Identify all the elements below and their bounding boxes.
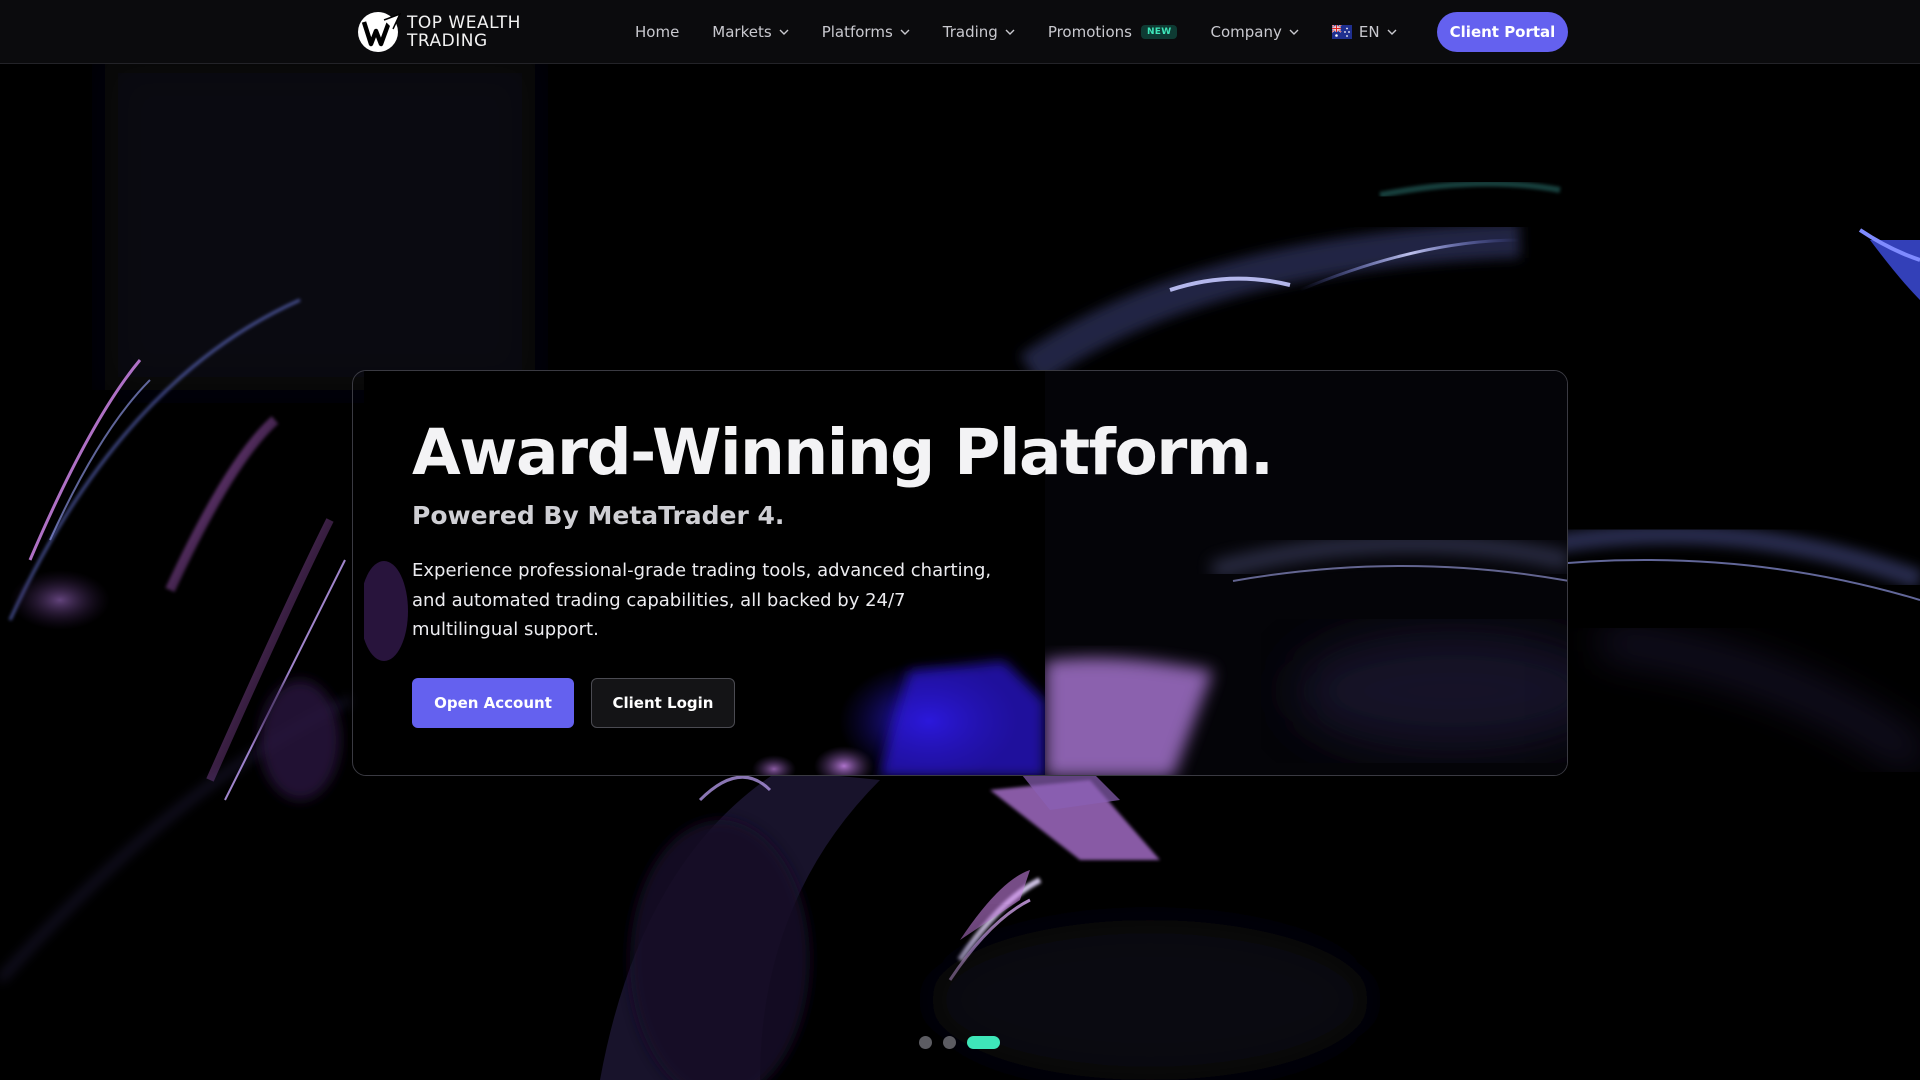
client-portal-button[interactable]: Client Portal	[1437, 12, 1568, 52]
nav-platforms[interactable]: Platforms	[822, 23, 910, 41]
logo-line-1: TOP WEALTH	[407, 13, 521, 33]
chevron-down-icon	[900, 29, 910, 35]
client-login-button[interactable]: Client Login	[591, 678, 735, 728]
chevron-down-icon	[1387, 29, 1397, 35]
hero-content-panel: Award-Winning Platform. Powered By MetaT…	[364, 371, 1274, 775]
nav-company-label: Company	[1210, 23, 1282, 41]
brand-logo[interactable]: TOP WEALTH TRADING	[357, 11, 521, 53]
logo-text: TOP WEALTH TRADING	[407, 14, 521, 50]
hero-subtitle: Powered By MetaTrader 4.	[412, 501, 785, 530]
language-selector[interactable]: EN	[1331, 23, 1397, 41]
nav-company[interactable]: Company	[1210, 23, 1299, 41]
hero-description: Experience professional-grade trading to…	[412, 560, 992, 640]
nav-markets[interactable]: Markets	[712, 23, 789, 41]
nav-trading-label: Trading	[942, 23, 998, 41]
carousel-dot[interactable]	[943, 1036, 956, 1049]
hero-title: Award-Winning Platform.	[412, 416, 1274, 489]
nav-trading[interactable]: Trading	[943, 23, 1015, 41]
nav-home[interactable]: Home	[635, 23, 679, 41]
hero-card: Award-Winning Platform. Powered By MetaT…	[352, 370, 1568, 776]
carousel-indicators	[919, 1036, 1000, 1049]
language-label: EN	[1358, 23, 1380, 41]
main-nav: Home Markets Platforms Trading Promotion…	[635, 0, 1397, 64]
nav-promotions[interactable]: Promotions NEW	[1048, 23, 1178, 41]
chevron-down-icon	[1005, 29, 1015, 35]
nav-platforms-label: Platforms	[821, 23, 893, 41]
top-navbar: TOP WEALTH TRADING Home Markets Platform…	[0, 0, 1920, 64]
nav-promotions-label: Promotions	[1047, 23, 1132, 41]
carousel-dot-active[interactable]	[967, 1036, 1000, 1049]
nav-home-label: Home	[635, 23, 680, 41]
nav-markets-label: Markets	[712, 23, 772, 41]
logo-line-2: TRADING	[407, 31, 488, 51]
australia-flag-icon	[1331, 25, 1352, 39]
new-badge: NEW	[1140, 25, 1178, 39]
chevron-down-icon	[779, 29, 789, 35]
carousel-dot[interactable]	[919, 1036, 932, 1049]
open-account-button[interactable]: Open Account	[412, 678, 574, 728]
logo-mark-icon	[358, 12, 401, 52]
chevron-down-icon	[1289, 29, 1299, 35]
